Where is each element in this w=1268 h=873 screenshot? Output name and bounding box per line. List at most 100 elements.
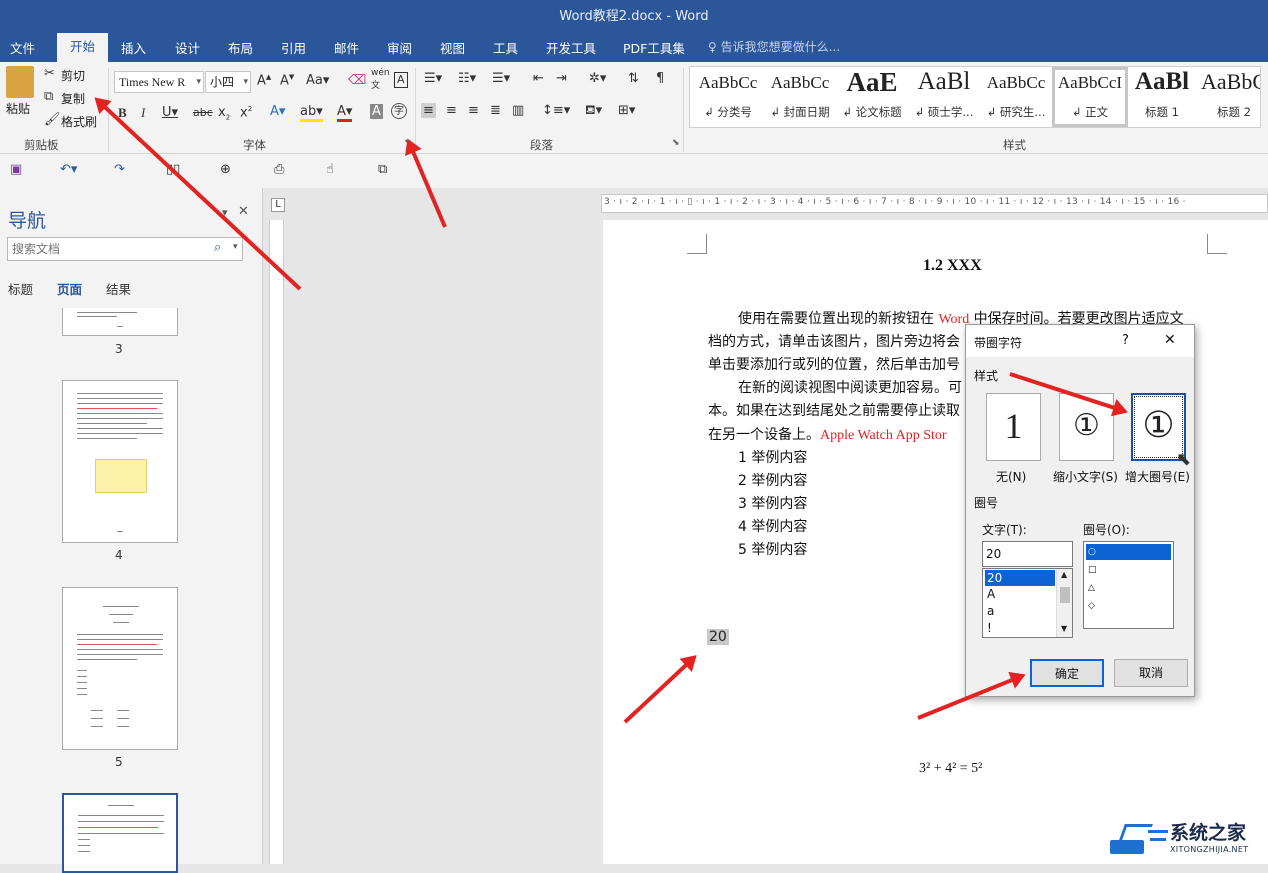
asian-layout-icon[interactable]: ✲▾: [589, 71, 606, 86]
tab-insert[interactable]: 插入: [121, 38, 146, 57]
tab-tools[interactable]: 工具: [493, 38, 518, 57]
nav-tab-headings[interactable]: 标题: [8, 279, 33, 298]
underline-icon[interactable]: U▾: [162, 105, 178, 120]
tab-selector-icon[interactable]: L: [271, 198, 285, 212]
tab-references[interactable]: 引用: [281, 38, 306, 57]
page-thumbnail[interactable]: [62, 587, 178, 750]
highlight-icon[interactable]: ab▾: [300, 104, 323, 122]
multilevel-list-icon[interactable]: ☰▾: [492, 71, 510, 86]
italic-icon[interactable]: I: [141, 105, 145, 121]
numbering-icon[interactable]: ☷▾: [458, 71, 476, 86]
tab-home[interactable]: 开始: [57, 33, 108, 62]
page-thumbnail[interactable]: [62, 380, 178, 543]
superscript-icon[interactable]: x2: [240, 105, 252, 120]
distributed-icon[interactable]: ▥: [512, 103, 524, 118]
chevron-down-icon[interactable]: ▾: [243, 72, 248, 92]
selected-text[interactable]: 20: [707, 629, 729, 645]
shrink-font-icon[interactable]: A▼: [280, 73, 294, 88]
style-option-label[interactable]: 无(N): [996, 468, 1026, 485]
save-icon[interactable]: ▣: [10, 162, 22, 177]
paste-button[interactable]: 粘贴: [6, 100, 30, 117]
tell-me-box[interactable]: ♀ 告诉我您想要做什么...: [708, 38, 840, 55]
customize-icon[interactable]: ⧉: [378, 162, 387, 177]
line-spacing-icon[interactable]: ↕≡▾: [542, 103, 570, 118]
clear-format-icon[interactable]: ⌫: [348, 73, 366, 88]
style-option-label[interactable]: 缩小文字(S): [1053, 468, 1118, 485]
tab-view[interactable]: 视图: [440, 38, 465, 57]
style-item[interactable]: AaE ↲ 论文标题: [834, 67, 910, 127]
touch-mode-icon[interactable]: ☝: [326, 162, 334, 177]
tab-pdf-tools[interactable]: PDF工具集: [623, 38, 685, 57]
nav-tab-pages[interactable]: 页面: [57, 279, 82, 298]
copy-button[interactable]: 复制: [61, 90, 85, 107]
paint-bucket-icon[interactable]: ⛾▾: [585, 103, 602, 120]
style-item[interactable]: AaBbC 标题 2: [1196, 67, 1260, 127]
scroll-up-icon[interactable]: ▲: [1061, 570, 1067, 579]
style-item-selected[interactable]: AaBbCcI ↲ 正文: [1052, 67, 1128, 127]
shading-icon[interactable]: A: [370, 104, 383, 119]
nav-search-box[interactable]: ⌕ ▾: [7, 237, 243, 261]
style-item[interactable]: AaBbCc ↲ 封面日期: [762, 67, 838, 127]
font-color-icon[interactable]: A▾: [337, 104, 353, 122]
scrollbar[interactable]: ▲ ▼: [1056, 569, 1072, 637]
tab-mailings[interactable]: 邮件: [334, 38, 359, 57]
scroll-down-icon[interactable]: ▼: [1061, 624, 1067, 633]
chevron-down-icon[interactable]: ▾: [196, 72, 201, 92]
tab-developer[interactable]: 开发工具: [546, 38, 596, 57]
tab-file[interactable]: 文件: [10, 38, 35, 57]
page-thumbnail-current[interactable]: [62, 793, 178, 873]
search-input[interactable]: [12, 239, 212, 259]
increase-indent-icon[interactable]: ⇥: [556, 71, 567, 86]
circle-option[interactable]: □: [1086, 562, 1097, 578]
character-border-icon[interactable]: A: [394, 72, 408, 88]
text-listbox[interactable]: 20 A a ! ▲ ▼: [982, 568, 1073, 638]
close-icon[interactable]: ✕: [238, 204, 249, 219]
circle-option-selected[interactable]: ○: [1086, 544, 1171, 560]
ok-button[interactable]: 确定: [1030, 659, 1104, 687]
help-button[interactable]: ?: [1122, 333, 1129, 348]
show-marks-icon[interactable]: ¶: [656, 71, 664, 86]
bullets-icon[interactable]: ☰▾: [424, 71, 442, 86]
horizontal-ruler[interactable]: 3 · ı · 2 · ı · 1 · ı · ▯ · ı · 1 · ı · …: [601, 194, 1268, 213]
sort-icon[interactable]: ⇅: [628, 71, 639, 86]
paste-icon[interactable]: [6, 66, 34, 98]
print-preview-icon[interactable]: ⎙: [274, 162, 284, 177]
search-icon[interactable]: ⌕: [214, 240, 221, 255]
cancel-button[interactable]: 取消: [1114, 659, 1188, 687]
text-option[interactable]: !: [985, 620, 992, 636]
font-size-combo[interactable]: 小四 ▾: [205, 71, 251, 93]
change-case-icon[interactable]: Aa▾: [306, 73, 329, 88]
style-item[interactable]: AaBbCc ↲ 分类号: [690, 67, 766, 127]
style-item[interactable]: AaBbCc ↲ 研究生...: [978, 67, 1054, 127]
circle-option[interactable]: ◇: [1086, 598, 1095, 614]
align-left-icon[interactable]: ≡: [421, 103, 436, 118]
align-right-icon[interactable]: ≡: [468, 103, 479, 118]
text-option[interactable]: A: [985, 586, 995, 602]
text-input[interactable]: 20: [982, 541, 1073, 567]
style-option-none[interactable]: 1: [986, 393, 1041, 461]
enclose-characters-icon[interactable]: 字: [391, 103, 407, 119]
grow-font-icon[interactable]: A▲: [257, 73, 271, 88]
borders-icon[interactable]: ⊞▾: [618, 103, 635, 118]
tab-layout[interactable]: 布局: [228, 38, 253, 57]
nav-tab-results[interactable]: 结果: [106, 279, 131, 298]
font-name-combo[interactable]: Times New R ▾: [114, 71, 204, 93]
tab-design[interactable]: 设计: [175, 38, 200, 57]
align-center-icon[interactable]: ≡: [446, 103, 457, 118]
dialog-launcher-icon[interactable]: ⬊: [672, 138, 680, 148]
style-item[interactable]: AaBl ↲ 硕士学...: [906, 67, 982, 127]
text-effects-icon[interactable]: A▾: [270, 104, 285, 119]
strikethrough-icon[interactable]: abc: [193, 106, 213, 119]
web-layout-icon[interactable]: ⊕: [220, 162, 231, 177]
decrease-indent-icon[interactable]: ⇤: [533, 71, 544, 86]
page-thumbnail[interactable]: [62, 308, 178, 336]
redo-icon[interactable]: ↷: [114, 162, 125, 177]
chevron-down-icon[interactable]: ▾: [233, 242, 238, 252]
phonetic-guide-icon[interactable]: wén 文: [371, 68, 390, 91]
circle-option[interactable]: △: [1086, 580, 1095, 596]
justify-icon[interactable]: ≣: [490, 103, 501, 118]
circle-listbox[interactable]: ○ □ △ ◇: [1083, 541, 1174, 629]
format-painter-button[interactable]: 格式刷: [61, 113, 97, 130]
undo-icon[interactable]: ↶▾: [60, 162, 77, 177]
close-button[interactable]: ✕: [1164, 332, 1176, 348]
